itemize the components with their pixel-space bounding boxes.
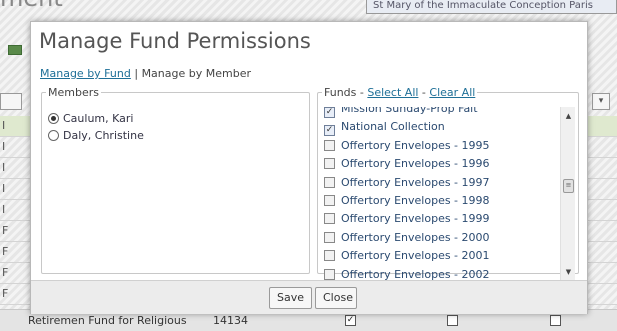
fund-name: Offertory Envelopes - 2000 [341,230,490,244]
fund-checkbox[interactable] [324,158,335,170]
clear-all-link[interactable]: Clear All [429,86,475,99]
page-title: ment [0,0,63,12]
manage-fund-permissions-dialog: Manage Fund Permissions Manage by Fund |… [30,21,588,314]
row-label: F [2,245,9,258]
fund-name: Offertory Envelopes - 1995 [341,138,490,152]
row-label: I [2,161,6,174]
fund-name: National Collection [341,120,445,134]
nav-separator: | [134,67,139,80]
row-label: F [2,287,9,300]
close-button[interactable]: Close [315,287,357,309]
fund-name: Offertory Envelopes - 1996 [341,157,490,171]
fund-item[interactable]: Offertory Envelopes - 2001 [324,247,490,265]
fund-checkbox[interactable] [324,213,335,225]
member-radio[interactable] [48,130,59,141]
select-all-link[interactable]: Select All [367,86,418,99]
fund-name: Offertory Envelopes - 1999 [341,212,490,226]
org-selector[interactable]: St Mary of the Immaculate Conception Par… [366,0,617,14]
view-switcher: Manage by Fund | Manage by Member [40,67,251,80]
funds-legend: Funds - Select All - Clear All [322,86,477,99]
fund-checkbox[interactable]: ✓ [324,125,335,137]
member-item[interactable]: Daly, Christine [48,128,144,144]
row-label: I [2,140,6,153]
manage-by-fund-link[interactable]: Manage by Fund [40,67,131,80]
funds-scrollbar[interactable]: ▲ ≡ ▼ [560,107,575,281]
legend-dash: - [418,86,430,99]
dialog-footer: Save Close [31,280,587,314]
funds-panel: Funds - Select All - Clear All ✓ Mission … [317,86,579,281]
fund-name: Offertory Envelopes - 2001 [341,249,490,263]
fund-name: Mission Sunday-Prop Fait [341,107,478,115]
members-legend: Members [48,86,99,99]
member-name: Caulum, Kari [63,112,134,125]
members-panel: Members Caulum, Kari Daly, Christine [41,86,310,274]
member-radio[interactable] [48,113,59,124]
fund-item[interactable]: ✓ Mission Sunday-Prop Fait [324,107,478,118]
fund-name: Offertory Envelopes - 2002 [341,267,490,281]
funds-list: ✓ Mission Sunday-Prop Fait ✓ National Colle… [320,107,558,281]
member-name: Daly, Christine [63,129,144,142]
fund-checkbox[interactable]: ✓ [324,107,335,118]
scroll-thumb[interactable]: ≡ [563,179,574,193]
fund-name: Offertory Envelopes - 1997 [341,175,490,189]
page-icon [8,45,22,55]
column-select[interactable]: ▾ [592,93,610,110]
fund-checkbox[interactable] [324,195,335,206]
fund-item[interactable]: Offertory Envelopes - 1998 [324,192,490,210]
fund-checkbox[interactable] [324,176,335,188]
row-label: F [2,224,9,237]
row-label: I [2,119,6,132]
fund-item[interactable]: ✓ National Collection [324,118,445,137]
fund-item[interactable]: Offertory Envelopes - 1996 [324,155,490,173]
permission-checkbox[interactable] [550,315,561,326]
fund-item[interactable]: Offertory Envelopes - 1995 [324,137,490,155]
fund-item[interactable]: Offertory Envelopes - 1999 [324,210,490,228]
fund-item[interactable]: Offertory Envelopes - 2000 [324,229,490,247]
permission-checkbox[interactable]: ✓ [345,315,356,326]
fund-checkbox[interactable] [324,139,335,151]
row-label: I [2,182,6,195]
fund-item[interactable]: Offertory Envelopes - 2002 [324,266,490,281]
fund-checkbox[interactable] [324,250,335,262]
member-item[interactable]: Caulum, Kari [48,111,133,127]
fund-checkbox[interactable] [324,268,335,280]
chevron-down-icon: ▾ [598,96,604,106]
row-label: I [2,203,6,216]
manage-by-member-label: Manage by Member [141,67,251,80]
save-button[interactable]: Save [269,287,312,309]
dialog-title: Manage Fund Permissions [39,29,311,53]
filter-select[interactable] [0,93,22,110]
fund-checkbox[interactable] [324,231,335,243]
permission-checkbox[interactable] [447,315,458,326]
fund-item[interactable]: Offertory Envelopes - 1997 [324,174,490,192]
funds-legend-label: Funds - [324,86,368,99]
scroll-down-icon[interactable]: ▼ [561,265,576,279]
scroll-up-icon[interactable]: ▲ [561,109,576,123]
row-label: F [2,266,9,279]
fund-name: Offertory Envelopes - 1998 [341,194,490,207]
